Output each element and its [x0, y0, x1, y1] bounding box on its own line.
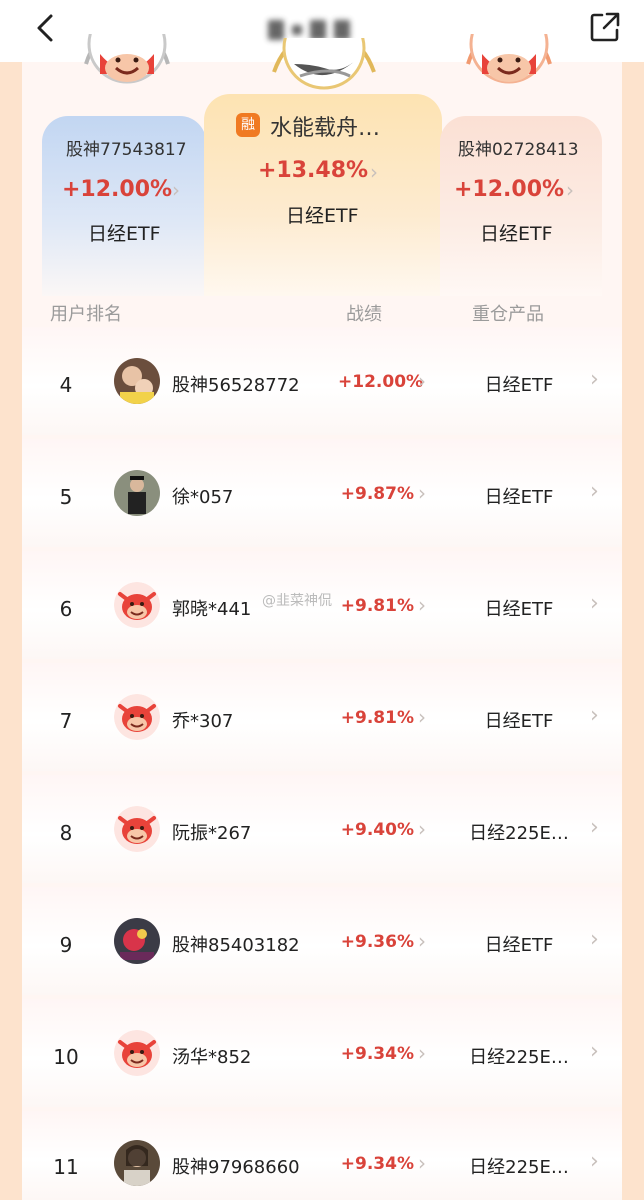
- username: 郭晓*441: [172, 599, 252, 620]
- chevron-right-icon[interactable]: ›: [590, 1149, 599, 1174]
- product-name: 日经ETF: [484, 375, 554, 396]
- share-icon[interactable]: [588, 10, 622, 44]
- rank1-return: +13.48%: [258, 158, 369, 183]
- rank2-product: 日经ETF: [88, 223, 161, 245]
- chevron-right-icon: ›: [172, 178, 180, 202]
- chevron-right-icon[interactable]: ›: [590, 591, 599, 616]
- header-performance: 战绩: [346, 304, 382, 325]
- photo-avatar: [114, 358, 160, 404]
- username: 股神56528772: [172, 375, 300, 396]
- rank3-avatar: [462, 34, 556, 86]
- chevron-right-icon: ›: [418, 817, 426, 841]
- chevron-right-icon[interactable]: ›: [590, 703, 599, 728]
- chevron-right-icon[interactable]: ›: [590, 479, 599, 504]
- ranking-row[interactable]: 7 乔*307 +9.81% › 日经ETF ›: [22, 663, 622, 771]
- rank2-avatar: [80, 34, 174, 86]
- return-value: +9.81%: [340, 596, 414, 616]
- back-arrow-icon[interactable]: [26, 8, 66, 48]
- product-name: 日经ETF: [484, 935, 554, 956]
- return-value: +9.87%: [340, 484, 414, 504]
- chevron-right-icon[interactable]: ›: [590, 367, 599, 392]
- ranking-row[interactable]: 10 汤华*852 +9.34% › 日经225E… ›: [22, 999, 622, 1107]
- chevron-right-icon[interactable]: ›: [590, 1039, 599, 1064]
- rank-number: 4: [59, 373, 73, 397]
- product-name: 日经ETF: [484, 487, 554, 508]
- rank1-avatar: [270, 38, 378, 90]
- return-value: +9.40%: [340, 820, 414, 840]
- photo-avatar: [114, 470, 160, 516]
- bull-mascot-icon: [114, 806, 160, 852]
- product-name: 日经225E…: [469, 823, 569, 844]
- chevron-right-icon: ›: [370, 160, 378, 184]
- chevron-right-icon: ›: [566, 178, 574, 202]
- return-value: +9.34%: [340, 1044, 414, 1064]
- title-blurred-char: [310, 20, 326, 40]
- rank1-username: 水能载舟…: [270, 116, 381, 141]
- ranking-row[interactable]: 11 股神97968660 +9.34% › 日经225E… ›: [22, 1111, 622, 1200]
- return-value: +9.36%: [340, 932, 414, 952]
- rank-number: 6: [59, 597, 73, 621]
- rank-number: 8: [59, 821, 73, 845]
- rank-number: 10: [53, 1045, 79, 1069]
- header-top-holding: 重仓产品: [472, 304, 544, 325]
- bull-mascot-icon: [114, 694, 160, 740]
- username: 股神85403182: [172, 935, 300, 956]
- rank-number: 9: [59, 933, 73, 957]
- product-name: 日经225E…: [469, 1047, 569, 1068]
- title-blurred-char: [334, 20, 350, 40]
- username: 股神97968660: [172, 1157, 300, 1178]
- chevron-right-icon: ›: [418, 1041, 426, 1065]
- photo-avatar: [114, 918, 160, 964]
- chevron-right-icon: ›: [418, 481, 426, 505]
- rank2-return: +12.00%: [62, 177, 173, 202]
- title-blurred-char: [292, 25, 302, 35]
- product-name: 日经ETF: [484, 599, 554, 620]
- ranking-row[interactable]: 4 股神56528772 +12.00% › 日经ETF ›: [22, 327, 622, 435]
- title-blurred-char: [268, 20, 284, 40]
- return-value: +12.00%: [338, 372, 424, 392]
- product-name: 日经ETF: [484, 711, 554, 732]
- ranking-row[interactable]: 8 阮振*267 +9.40% › 日经225E… ›: [22, 775, 622, 883]
- username: 徐*057: [172, 487, 234, 508]
- rank1-product: 日经ETF: [286, 205, 359, 227]
- rank3-return: +12.00%: [454, 177, 565, 202]
- bull-mascot-icon: [114, 582, 160, 628]
- header-user-rank: 用户排名: [50, 304, 122, 325]
- photo-avatar: [114, 1140, 160, 1186]
- ranking-row[interactable]: 5 徐*057 +9.87% › 日经ETF ›: [22, 439, 622, 547]
- chevron-right-icon: ›: [418, 1151, 426, 1175]
- username: 汤华*852: [172, 1047, 252, 1068]
- rank3-product: 日经ETF: [480, 223, 553, 245]
- return-value: +9.34%: [340, 1154, 414, 1174]
- username: 乔*307: [172, 711, 234, 732]
- return-value: +9.81%: [340, 708, 414, 728]
- rank2-username: 股神77543817: [66, 140, 187, 160]
- chevron-right-icon: ›: [418, 369, 426, 393]
- chevron-right-icon: ›: [418, 929, 426, 953]
- rank-number: 7: [59, 709, 73, 733]
- product-name: 日经225E…: [469, 1157, 569, 1178]
- chevron-right-icon[interactable]: ›: [590, 815, 599, 840]
- username: 阮振*267: [172, 823, 252, 844]
- watermark: @韭菜神侃: [262, 593, 332, 609]
- ranking-row[interactable]: 9 股神85403182 +9.36% › 日经ETF ›: [22, 887, 622, 995]
- chevron-right-icon[interactable]: ›: [590, 927, 599, 952]
- rank-number: 11: [53, 1155, 79, 1179]
- rank3-username: 股神02728413: [458, 140, 579, 160]
- chevron-right-icon: ›: [418, 705, 426, 729]
- rank-number: 5: [59, 485, 73, 509]
- margin-badge-icon: 融: [236, 113, 260, 137]
- chevron-right-icon: ›: [418, 593, 426, 617]
- bull-mascot-icon: [114, 1030, 160, 1076]
